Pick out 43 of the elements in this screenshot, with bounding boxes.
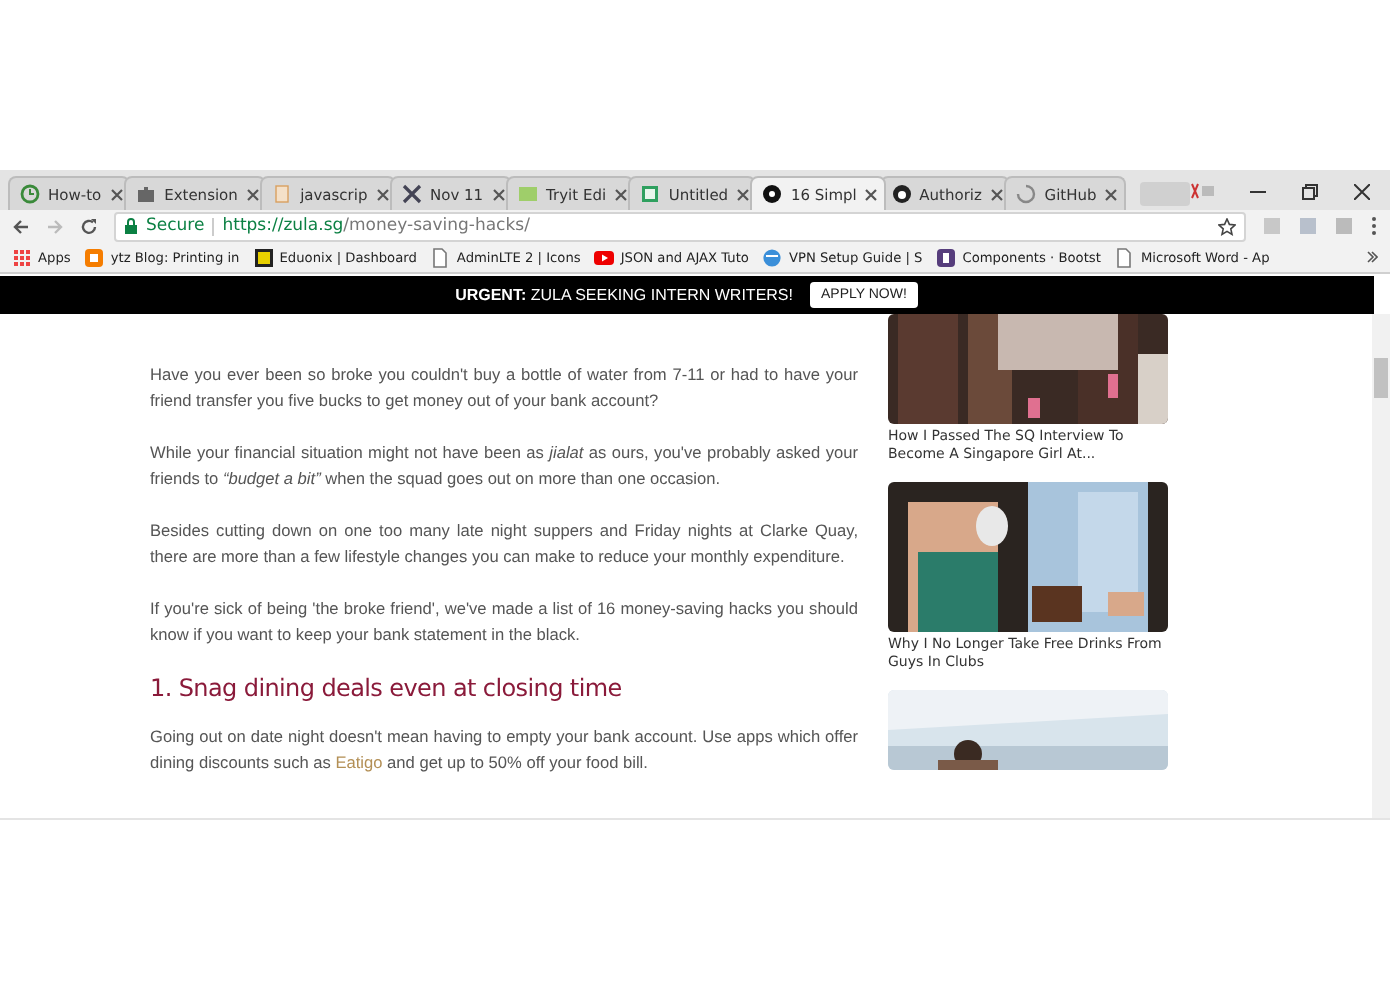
close-icon[interactable] — [491, 187, 506, 201]
paragraph: Besides cutting down on one too many late night suppers and Friday nights at Clarke Quay, there are more than a few lifestyle changes you can make to reduce your monthly expenditure. — [150, 518, 858, 570]
scrollbar[interactable] — [1372, 314, 1390, 818]
blogger-icon — [84, 247, 105, 267]
section-heading: 1. Snag dining deals even at closing time — [150, 674, 624, 702]
banner-text: URGENT: ZULA SEEKING INTERN WRITERS! — [455, 286, 793, 304]
lock-icon — [124, 218, 138, 234]
menu-icon[interactable] — [1370, 216, 1378, 236]
secure-label: Secure — [146, 216, 205, 236]
document-icon — [272, 184, 293, 204]
youtube-icon — [594, 247, 615, 267]
close-icon[interactable] — [375, 187, 390, 201]
loading-icon — [1016, 184, 1037, 204]
close-icon[interactable] — [736, 187, 751, 201]
page-icon — [430, 247, 451, 267]
apps-icon — [12, 247, 32, 267]
paragraph: Going out on date night doesn't mean having to empty your bank account. Use apps which offer dining discounts such as Eatigo and get up to 50% off your food bill. — [150, 724, 858, 776]
url-text: https://zula.sg/money-saving-hacks/ — [222, 216, 530, 236]
paragraph: Have you ever been so broke you couldn't buy a bottle of water from 7-11 or had to have your friend transfer you five bucks to get money out of your bank account? — [150, 362, 858, 414]
back-icon[interactable] — [12, 217, 30, 235]
restore-icon[interactable] — [1302, 183, 1318, 199]
paragraph: While your financial situation might not have been as jialat as ours, you've probably asked your friends to “budget a bit” when the squad goes out on more than one occasion. — [150, 440, 858, 492]
close-icon[interactable] — [245, 187, 260, 201]
close-icon[interactable] — [1104, 187, 1119, 201]
close-icon[interactable] — [864, 187, 879, 201]
star-icon[interactable] — [1218, 217, 1236, 235]
code-icon — [518, 184, 539, 204]
chevron-icon[interactable] — [1366, 250, 1378, 264]
circle-icon — [762, 184, 783, 204]
address-bar[interactable]: Secure https://zula.sg/money-saving-hacks/ — [114, 211, 1246, 241]
close-icon[interactable] — [1354, 183, 1370, 199]
e-logo-icon — [253, 247, 274, 267]
clock-icon — [20, 184, 40, 204]
close-icon[interactable] — [109, 187, 124, 201]
cross-icon — [402, 184, 422, 204]
spreadsheet-icon — [640, 184, 661, 204]
reload-icon[interactable] — [80, 217, 98, 235]
scrollbar-thumb[interactable] — [1374, 358, 1388, 398]
close-icon[interactable] — [614, 187, 629, 201]
bootstrap-icon — [936, 247, 957, 267]
close-icon[interactable] — [989, 187, 1004, 201]
paragraph: If you're sick of being 'the broke friend', we've made a list of 16 money-saving hacks you should know if you want to keep your bank statement in the black. — [150, 596, 858, 648]
page-icon — [1114, 247, 1135, 267]
